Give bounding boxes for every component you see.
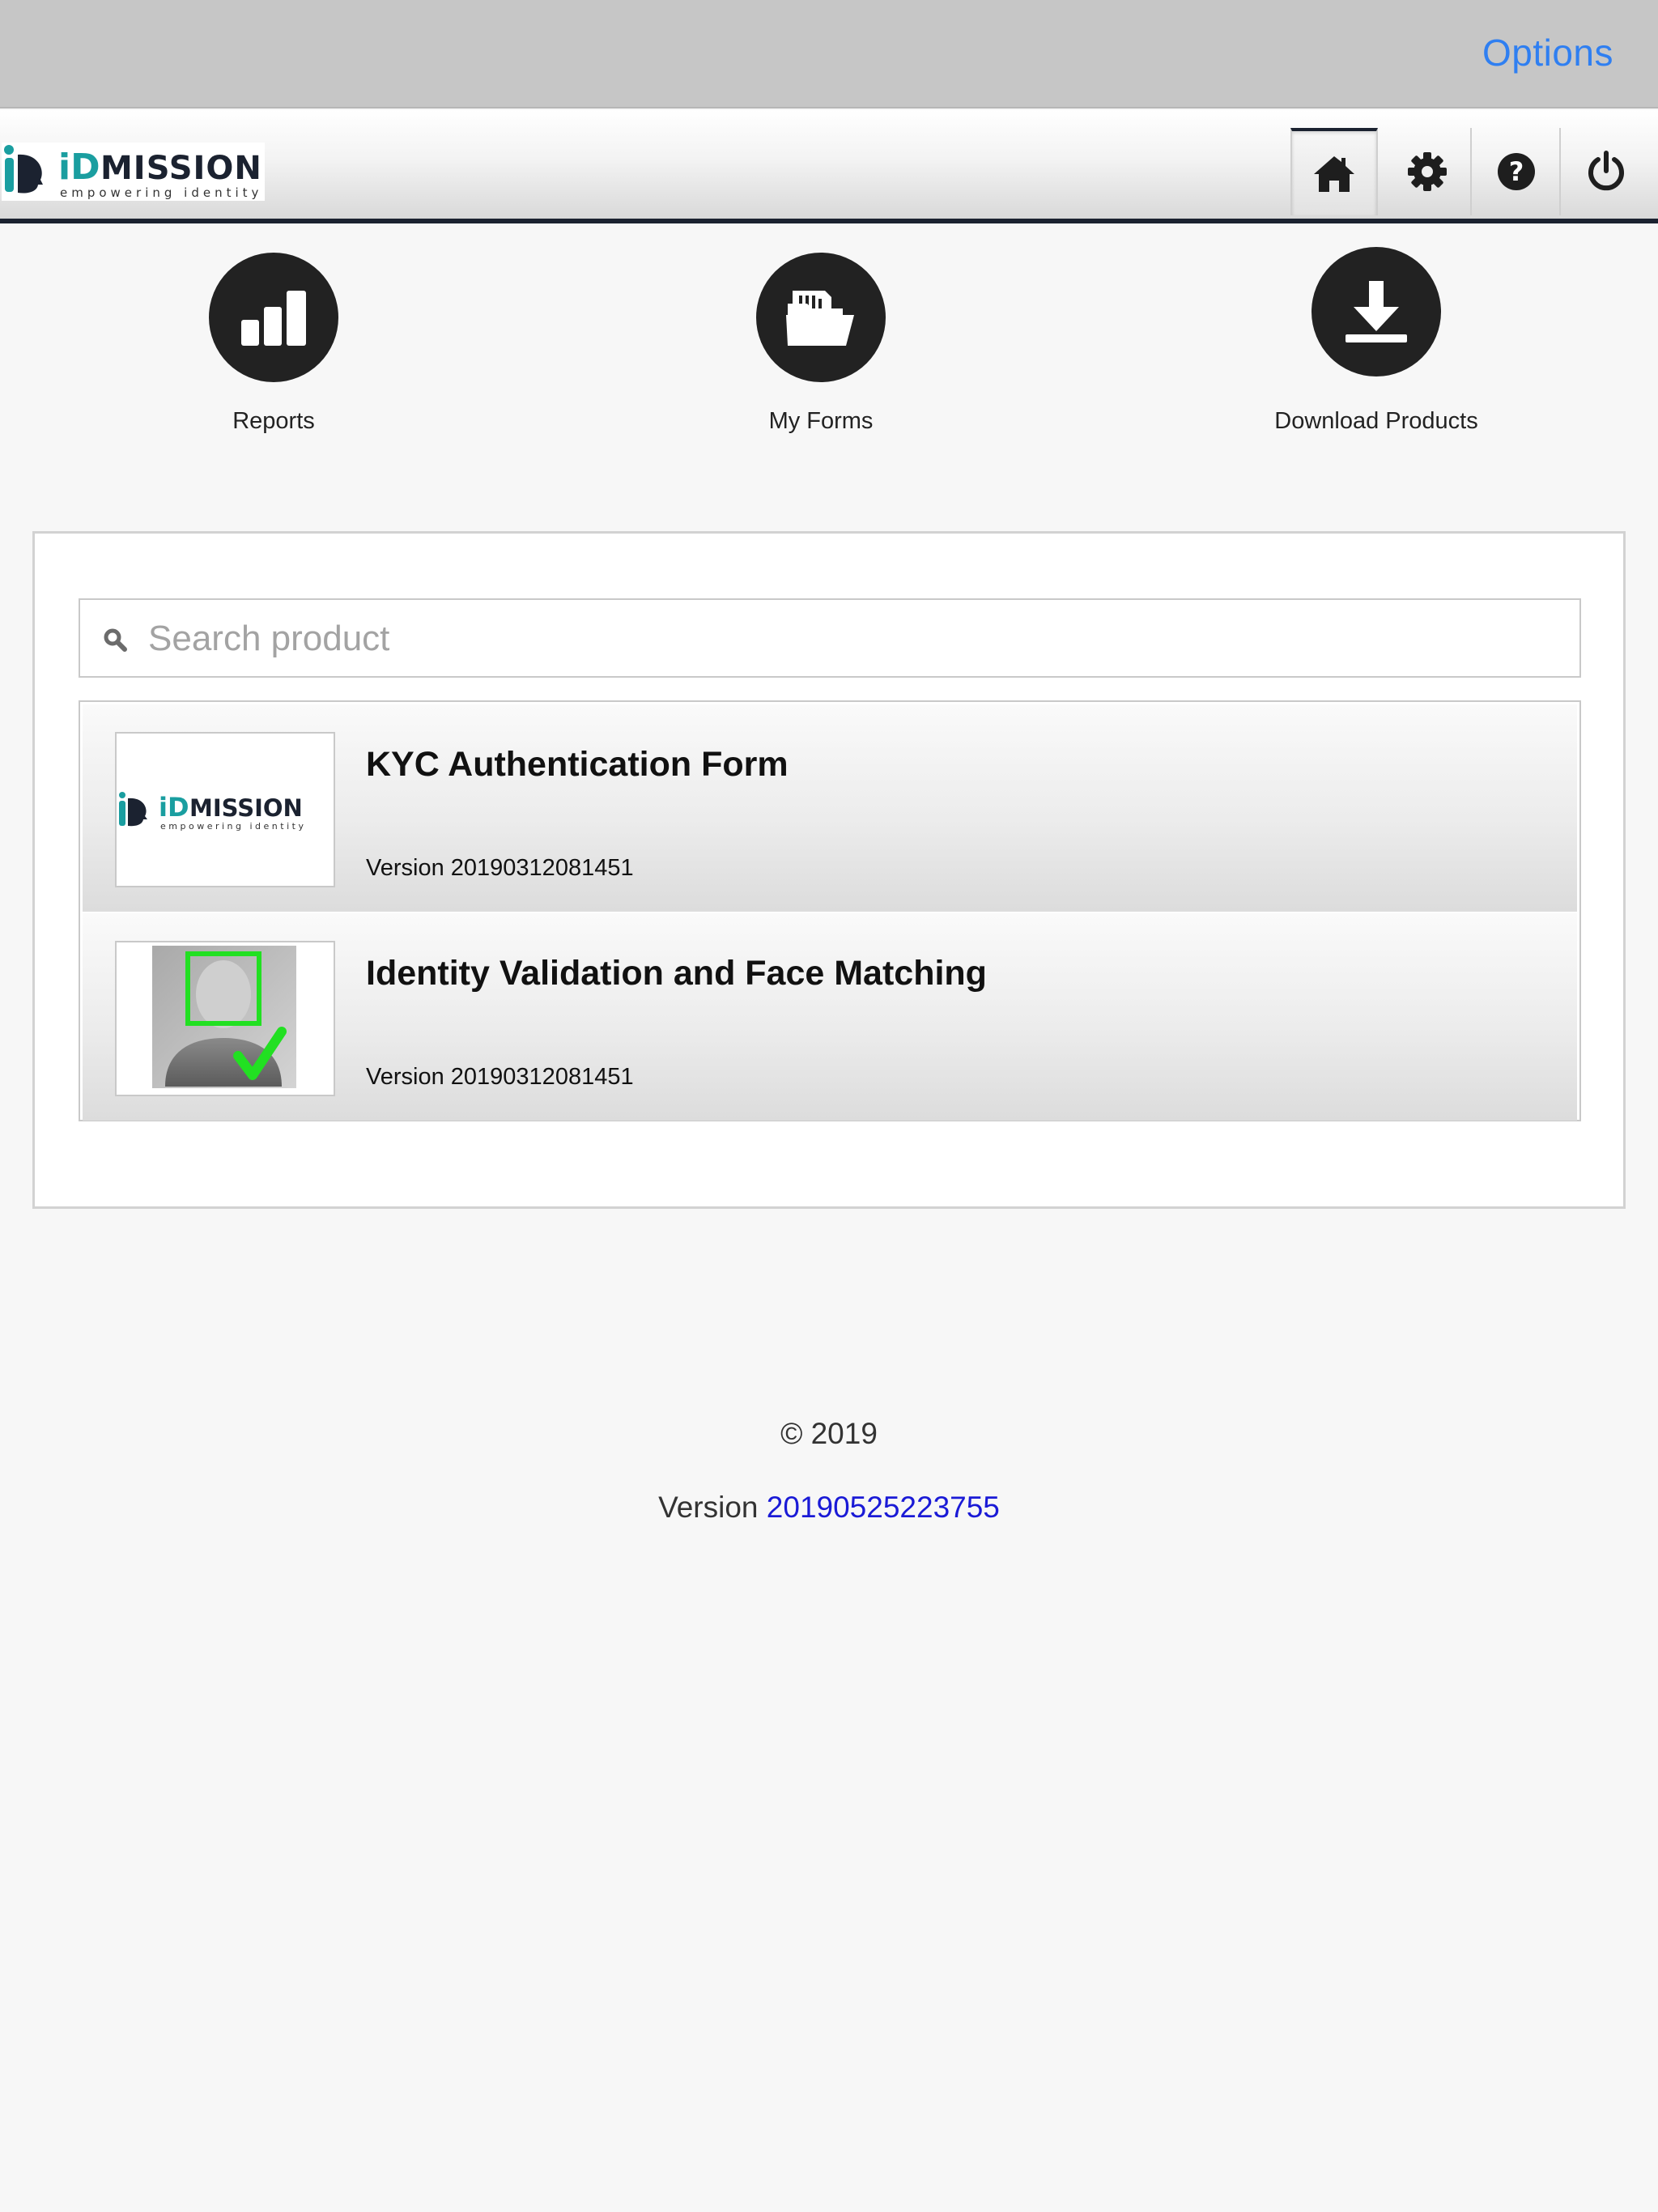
home-icon [1314, 156, 1354, 192]
logo-mission-text: MISSION [100, 150, 262, 187]
search-icon [104, 628, 127, 652]
idmission-logo-thumbnail: iD MISSION empowering identity [119, 792, 306, 832]
options-link[interactable]: Options [1482, 31, 1613, 74]
svg-text:empowering identity: empowering identity [160, 821, 306, 832]
product-row-kyc[interactable]: iD MISSION empowering identity KYC Authe… [83, 704, 1577, 912]
settings-button[interactable] [1384, 128, 1472, 215]
home-button[interactable] [1290, 128, 1378, 215]
my-forms-label: My Forms [768, 408, 874, 434]
download-products-label: Download Products [1274, 408, 1478, 434]
logo-id-text: iD [58, 147, 100, 188]
power-icon [1588, 151, 1624, 191]
product-title: KYC Authentication Form [366, 745, 789, 784]
products-panel: iD MISSION empowering identity KYC Authe… [32, 531, 1626, 1209]
svg-text:iD: iD [159, 792, 189, 823]
app-version-number[interactable]: 20190525223755 [767, 1491, 1000, 1524]
product-row-identity-validation[interactable]: Identity Validation and Face Matching Ve… [83, 913, 1577, 1121]
my-forms-action[interactable]: My Forms [675, 253, 967, 435]
product-version: Version 20190312081451 [366, 1064, 634, 1090]
reports-label: Reports [232, 408, 315, 434]
idmission-logo-graphic: iD MISSION empowering identity [4, 145, 262, 200]
download-icon [1346, 281, 1407, 342]
logout-button[interactable] [1562, 128, 1650, 215]
reports-action[interactable]: Reports [128, 253, 419, 435]
search-box[interactable] [79, 598, 1581, 678]
logo-tagline: empowering identity [60, 185, 262, 200]
my-forms-circle[interactable] [756, 253, 886, 382]
app-header: iD MISSION empowering identity ? [0, 110, 1658, 223]
copyright-text: © 2019 [780, 1417, 878, 1450]
help-button[interactable]: ? [1473, 128, 1561, 215]
product-thumbnail: iD MISSION empowering identity [115, 732, 335, 887]
idmission-logo[interactable]: iD MISSION empowering identity [2, 143, 265, 201]
face-match-icon [152, 946, 296, 1088]
reports-circle[interactable] [209, 253, 338, 382]
app-version: Version 20190525223755 [0, 1491, 1658, 1525]
svg-text:?: ? [1509, 156, 1524, 187]
folder-documents-icon [786, 291, 854, 346]
product-version: Version 20190312081451 [366, 855, 634, 881]
system-bar: Options [0, 0, 1658, 108]
app-version-label: Version [658, 1491, 759, 1524]
product-thumbnail [115, 941, 335, 1096]
product-title: Identity Validation and Face Matching [366, 954, 987, 993]
bar-chart-icon [241, 291, 306, 346]
download-products-action[interactable]: Download Products [1231, 247, 1522, 435]
download-products-circle[interactable] [1312, 247, 1441, 376]
question-icon: ? [1498, 153, 1535, 190]
svg-text:MISSION: MISSION [189, 794, 303, 822]
gear-icon [1408, 152, 1447, 191]
search-input[interactable] [147, 608, 1555, 670]
product-list: iD MISSION empowering identity KYC Authe… [79, 700, 1581, 1121]
